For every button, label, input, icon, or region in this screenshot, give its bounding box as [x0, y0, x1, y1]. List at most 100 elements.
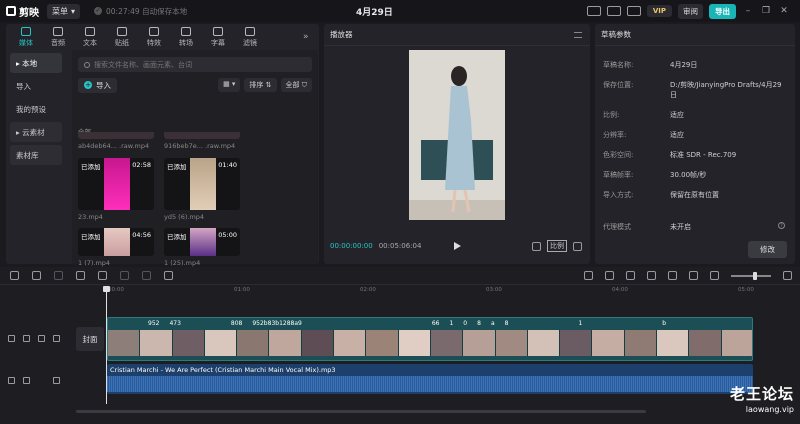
media-panel: 媒体 音频 文本 贴纸 特效 转场 字幕 滤镜 » ▸ 本地 导入 我的预设 ▸… — [6, 24, 319, 267]
chevron-down-icon: ▾ — [71, 6, 76, 16]
media-item[interactable]: ab4deb64... .raw.mp4 — [78, 132, 154, 150]
keyboard-icon[interactable] — [586, 6, 601, 16]
tab-label: 音频 — [51, 38, 65, 47]
playhead[interactable] — [103, 286, 110, 404]
mute-icon[interactable] — [53, 335, 60, 342]
sidebar-item-presets[interactable]: 我的预设 — [10, 99, 62, 119]
added-badge: 已添加 — [167, 163, 187, 171]
lock-icon[interactable] — [23, 335, 30, 342]
lock-icon[interactable] — [23, 377, 30, 384]
view-mode-button[interactable]: ▦ ▾ — [218, 78, 241, 92]
maximize-icon[interactable]: ❐ — [760, 6, 772, 16]
settings-icon[interactable] — [626, 6, 641, 16]
media-item[interactable]: 已添加 01:40 yd5 (6).mp4 — [164, 158, 240, 221]
player-menu-icon[interactable] — [574, 31, 582, 38]
clip-label: 8 — [477, 320, 481, 327]
media-thumb: 已添加 01:40 — [164, 158, 240, 210]
fit-icon[interactable] — [689, 271, 698, 280]
zoom-out-icon[interactable] — [710, 271, 719, 280]
tab-effects[interactable]: 特效 — [138, 24, 170, 50]
tab-transition[interactable]: 转场 — [170, 24, 202, 50]
track-video-icon — [8, 335, 15, 342]
modify-button[interactable]: 修改 — [748, 241, 787, 258]
media-filename: ab4deb64... .raw.mp4 — [78, 142, 150, 150]
param-value: 4月29日 — [670, 61, 698, 69]
video-preview[interactable] — [409, 50, 505, 220]
info-icon[interactable]: ? — [778, 222, 785, 229]
tab-audio[interactable]: 音频 — [42, 24, 74, 50]
select-tool-icon[interactable] — [10, 271, 19, 280]
undo-icon[interactable] — [32, 271, 41, 280]
duration-badge: 02:58 — [132, 161, 151, 169]
cover-button[interactable]: 封面 — [76, 327, 104, 351]
zoom-in-icon[interactable] — [783, 271, 792, 280]
redo-icon[interactable] — [54, 271, 63, 280]
zoom-slider[interactable] — [731, 271, 771, 280]
added-badge: 已添加 — [81, 163, 101, 171]
timeline-scrollbar[interactable] — [76, 410, 646, 413]
fullscreen-icon[interactable] — [573, 241, 582, 251]
tab-sticker[interactable]: 贴纸 — [106, 24, 138, 50]
tab-label: 字幕 — [211, 38, 225, 47]
frame-thumb — [140, 330, 173, 356]
frame-thumb — [721, 330, 752, 356]
ruler-tick: 03:00 — [486, 287, 502, 293]
param-label: 保存位置: — [603, 81, 634, 89]
delete-icon[interactable] — [142, 271, 151, 280]
split-icon[interactable] — [76, 271, 85, 280]
search-input[interactable]: 搜索文件名称、画面元素、台词 — [78, 57, 312, 72]
split-left-icon[interactable] — [98, 271, 107, 280]
snap-icon[interactable] — [626, 271, 635, 280]
eye-icon[interactable] — [38, 335, 45, 342]
ratio-button[interactable]: 比例 — [547, 240, 567, 252]
split-right-icon[interactable] — [120, 271, 129, 280]
tab-subtitle[interactable]: 字幕 — [202, 24, 234, 50]
duration-badge: 05:00 — [218, 231, 237, 239]
media-browser: 搜索文件名称、画面元素、台词 + 导入 ▦ ▾ 排序 ⇅ 全部 ⛉ 全部 ab4d… — [72, 50, 318, 267]
sort-button[interactable]: 排序 ⇅ — [244, 78, 277, 92]
clip-label: 952b83b1288a9 — [252, 320, 302, 327]
play-icon[interactable] — [454, 242, 461, 250]
media-item[interactable]: 已添加 02:58 23.mp4 — [78, 158, 154, 221]
sidebar-item-library[interactable]: 素材库 — [10, 145, 62, 165]
param-value: 30.00帧/秒 — [670, 171, 707, 179]
sidebar-item-import[interactable]: 导入 — [10, 76, 62, 96]
subtitle-icon — [213, 26, 223, 36]
mic-icon[interactable] — [584, 271, 593, 280]
duration-badge: 04:56 — [132, 231, 151, 239]
preview-axis-icon[interactable] — [668, 271, 677, 280]
shield-icon[interactable] — [164, 271, 173, 280]
clip-label: 952 — [148, 320, 160, 327]
media-thumb: 已添加 05:00 — [164, 228, 240, 256]
frame-thumb — [108, 330, 141, 356]
close-icon[interactable]: ✕ — [778, 6, 790, 16]
review-button[interactable]: 审阅 — [678, 3, 703, 19]
filter-all-button[interactable]: 全部 ⛉ — [280, 78, 312, 92]
vip-button[interactable]: VIP — [646, 5, 672, 17]
tab-filter[interactable]: 滤镜 — [234, 24, 266, 50]
volume-icon[interactable] — [53, 377, 60, 384]
media-thumb: 已添加 04:56 — [78, 228, 154, 256]
tab-media[interactable]: 媒体 — [10, 24, 42, 50]
sidebar-item-cloud[interactable]: ▸ 云素材 — [10, 122, 62, 142]
export-button[interactable]: 导出 — [709, 3, 736, 19]
sidebar-item-local[interactable]: ▸ 本地 — [10, 53, 62, 73]
media-item[interactable]: 已添加 05:00 1 (25).mp4 — [164, 228, 240, 267]
fullscreen-crop-icon[interactable] — [532, 241, 541, 251]
media-item[interactable]: 已添加 04:56 1 (7).mp4 — [78, 228, 154, 267]
audio-track[interactable]: Cristian Marchi - We Are Perfect (Cristi… — [107, 364, 753, 394]
menu-button[interactable]: 菜单 ▾ — [47, 3, 81, 19]
frame-thumb — [301, 330, 335, 356]
tab-text[interactable]: 文本 — [74, 24, 106, 50]
layout-icon[interactable] — [606, 6, 621, 16]
param-value: 保留在原有位置 — [670, 191, 719, 199]
video-track[interactable]: 952 473 808 952b83b1288a9 66 1 0 8 a 8 1… — [107, 317, 753, 361]
chain-icon[interactable] — [647, 271, 656, 280]
audio-track-header — [8, 377, 60, 384]
minimize-icon[interactable]: – — [742, 6, 754, 16]
media-item[interactable]: 916beb7e... .raw.mp4 — [164, 132, 240, 150]
more-tabs-icon[interactable]: » — [303, 24, 319, 50]
tab-label: 贴纸 — [115, 38, 129, 47]
import-button[interactable]: + 导入 — [78, 77, 117, 93]
link-icon[interactable] — [605, 271, 614, 280]
